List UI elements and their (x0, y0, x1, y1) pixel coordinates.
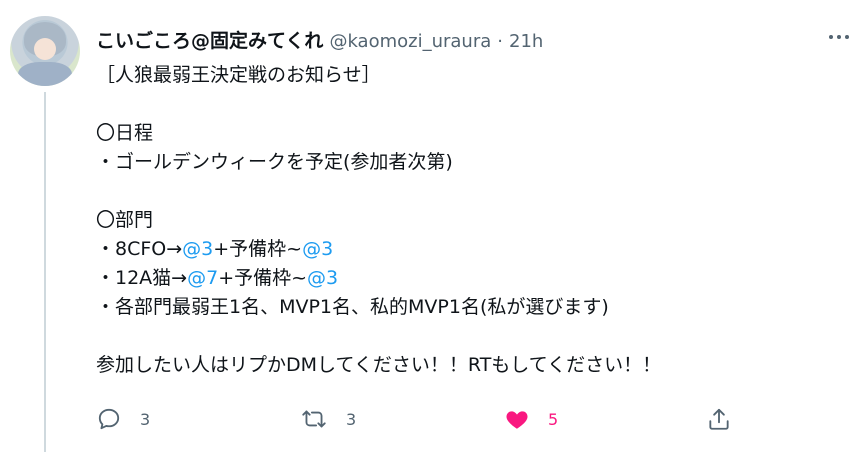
tweet-line: 〇部門 (96, 209, 154, 231)
tweet-body: ［人狼最弱王決定戦のお知らせ］ 〇日程 ・ゴールデンウィークを予定(参加者次第)… (96, 61, 836, 380)
line-text: ・12A猫→ (96, 267, 188, 289)
share-icon[interactable] (706, 406, 732, 432)
retweet-button[interactable]: 3 (300, 404, 356, 434)
tweet-line: ・8CFO→@3+予備枠~@3 (96, 235, 836, 264)
mention-link[interactable]: @3 (182, 238, 213, 260)
mention-link[interactable]: @3 (307, 267, 338, 289)
avatar[interactable] (10, 16, 80, 86)
avatar-face (34, 38, 56, 60)
heart-icon[interactable] (504, 406, 530, 432)
line-text: +予備枠~ (218, 267, 308, 289)
more-icon[interactable] (826, 24, 852, 50)
tweet-line: 参加したい人はリプかDMしてください！！RTもしてください！！ (96, 354, 662, 376)
tweet-actions: 3 3 5 (96, 404, 836, 434)
tweet-header: こいごころ@固定みてくれ @kaomozi_uraura · 21h (96, 26, 543, 53)
line-text: +予備枠~ (213, 238, 303, 260)
tweet-line: ・各部門最弱王1名、MVP1名、私的MVP1名(私が選びます) (96, 296, 609, 318)
like-count: 5 (548, 409, 559, 429)
mention-link[interactable]: @3 (302, 238, 333, 260)
mention-link[interactable]: @7 (187, 267, 218, 289)
display-name[interactable]: こいごころ@固定みてくれ (96, 26, 323, 53)
retweet-count: 3 (346, 409, 357, 429)
tweet-time[interactable]: 21h (509, 31, 543, 52)
separator-dot: · (497, 31, 503, 52)
avatar-body (18, 62, 72, 86)
tweet-line: ［人狼最弱王決定戦のお知らせ］ (96, 64, 381, 86)
reply-icon[interactable] (96, 406, 122, 432)
reply-button[interactable]: 3 (96, 404, 150, 434)
reply-count: 3 (140, 409, 151, 429)
like-button[interactable]: 5 (504, 404, 558, 434)
tweet-line: 〇日程 (96, 122, 154, 144)
retweet-icon[interactable] (300, 406, 328, 432)
share-button[interactable] (706, 404, 732, 434)
line-text: ・8CFO→ (96, 238, 183, 260)
tweet-line: ・12A猫→@7+予備枠~@3 (96, 264, 836, 293)
tweet-line: ・ゴールデンウィークを予定(参加者次第) (96, 151, 453, 173)
user-handle[interactable]: @kaomozi_uraura (329, 31, 491, 52)
thread-line (44, 92, 46, 452)
